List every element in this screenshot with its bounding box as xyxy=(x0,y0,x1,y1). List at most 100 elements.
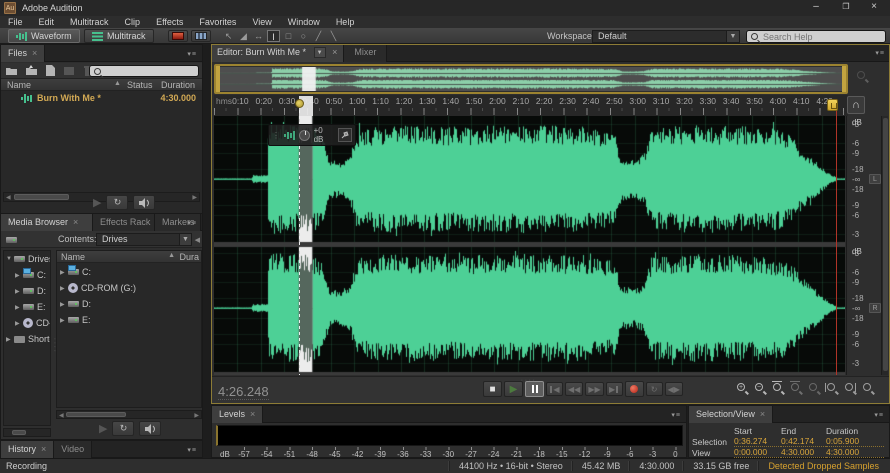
scroll-right-icon[interactable]: ▶ xyxy=(192,194,197,202)
marquee-selection-tool[interactable]: □ xyxy=(282,30,295,42)
expander-icon[interactable]: ▶ xyxy=(15,272,23,279)
pane-splitter[interactable]: ∙∙∙∙ xyxy=(51,250,55,426)
column-name[interactable]: Name xyxy=(7,80,31,90)
waveform-view-button[interactable]: Waveform xyxy=(8,29,80,43)
new-file-icon[interactable] xyxy=(45,65,56,76)
scroll-thumb[interactable] xyxy=(883,118,888,371)
play-icon[interactable]: ▶ xyxy=(99,422,107,435)
expander-icon[interactable]: ▶ xyxy=(60,301,68,308)
overview-waveform[interactable] xyxy=(218,67,844,91)
tab-selection-view[interactable]: Selection/View× xyxy=(689,406,773,423)
range-handle-left[interactable] xyxy=(216,66,220,92)
tab-effects-rack[interactable]: Effects Rack xyxy=(93,214,155,231)
tab-files[interactable]: Files× xyxy=(1,45,45,62)
loop-preview-button[interactable]: ↻ xyxy=(106,195,128,210)
menu-window[interactable]: Window xyxy=(280,16,328,28)
list-item-e[interactable]: ▶E: xyxy=(57,312,201,328)
auto-play-button[interactable] xyxy=(133,195,155,210)
column-status[interactable]: Status xyxy=(127,80,153,90)
panel-menu-icon[interactable]: ▾≡ xyxy=(671,411,681,419)
close-icon[interactable]: × xyxy=(73,217,78,227)
snap-toggle-button[interactable]: ∩ xyxy=(847,96,865,114)
file-row[interactable]: Burn With Me * 4:30.000 xyxy=(1,92,202,105)
skip-to-start-button[interactable]: ◀ xyxy=(546,382,563,396)
close-icon[interactable]: × xyxy=(250,409,255,419)
list-item-d[interactable]: ▶D: xyxy=(57,296,201,312)
level-meter[interactable] xyxy=(216,425,683,446)
waveform-display-button[interactable] xyxy=(191,30,211,42)
expander-icon[interactable]: ▶ xyxy=(15,320,23,327)
contents-select[interactable]: Drives ▼ xyxy=(96,233,192,246)
zoom-in-at-in-point-button[interactable] xyxy=(825,382,839,396)
scroll-left-icon[interactable]: ◀ xyxy=(59,412,64,420)
playback-cursor-handle[interactable] xyxy=(295,99,304,108)
selection-start-value[interactable]: 0:36.274 xyxy=(734,436,781,447)
tree-item-d[interactable]: ▶D: xyxy=(4,283,50,299)
volume-knob[interactable] xyxy=(299,130,310,141)
scroll-right-icon[interactable]: ▶ xyxy=(194,412,199,420)
play-button[interactable]: ▶ xyxy=(504,381,523,397)
open-file-icon[interactable] xyxy=(5,65,18,76)
skip-to-end-button[interactable]: ▶ xyxy=(606,382,623,396)
waveform-display[interactable] xyxy=(214,116,845,375)
list-item-cdromg[interactable]: ▶CD-ROM (G:) xyxy=(57,280,201,296)
time-selection-tool[interactable]: I xyxy=(267,30,280,42)
spot-healing-brush-tool[interactable]: ╲ xyxy=(327,30,340,42)
minimize-button[interactable]: – xyxy=(804,1,828,14)
zoom-out-full-button[interactable] xyxy=(771,382,785,396)
media-tree-h-scrollbar[interactable] xyxy=(3,428,51,437)
playhead-handle[interactable] xyxy=(827,99,838,111)
menu-help[interactable]: Help xyxy=(328,16,363,28)
close-icon[interactable]: × xyxy=(332,47,337,57)
drive-icon[interactable] xyxy=(6,237,17,243)
close-icon[interactable]: × xyxy=(760,409,765,419)
tree-item-cdromg[interactable]: ▶CD-ROM (G:) xyxy=(4,315,50,331)
column-duration[interactable]: Duration xyxy=(161,80,195,90)
loop-playback-button[interactable]: ↻ xyxy=(646,382,663,396)
scroll-thumb[interactable] xyxy=(66,412,126,417)
razor-tool[interactable]: ◢ xyxy=(237,30,250,42)
multitrack-view-button[interactable]: Multitrack xyxy=(84,29,154,43)
close-icon[interactable]: × xyxy=(41,444,46,454)
range-handle-right[interactable] xyxy=(842,66,846,92)
zoom-to-selection-button[interactable] xyxy=(861,382,875,396)
menu-file[interactable]: File xyxy=(0,16,31,28)
move-tool[interactable]: ↖ xyxy=(222,30,235,42)
expander-icon[interactable]: ▼ xyxy=(6,256,14,262)
menu-clip[interactable]: Clip xyxy=(117,16,149,28)
selection-end-value[interactable]: 0:42.174 xyxy=(781,436,826,447)
play-icon[interactable]: ▶ xyxy=(93,196,101,209)
menu-favorites[interactable]: Favorites xyxy=(191,16,244,28)
auto-play-button[interactable] xyxy=(139,421,161,436)
tree-item-e[interactable]: ▶E: xyxy=(4,299,50,315)
zoom-in-button[interactable]: + xyxy=(735,382,749,396)
expander-icon[interactable]: ▶ xyxy=(60,317,68,324)
tree-item-shortcuts[interactable]: ▶Shortcuts xyxy=(4,331,50,347)
collapse-icon[interactable]: ◀ xyxy=(195,236,200,244)
zoom-in-at-out-point-button[interactable] xyxy=(843,382,857,396)
zoom-navigator[interactable] xyxy=(214,64,848,94)
panel-menu-icon[interactable]: ▾≡ xyxy=(874,411,884,419)
zoom-reset-button[interactable] xyxy=(807,382,821,396)
pause-button[interactable] xyxy=(525,381,544,397)
list-item-c[interactable]: ▶C: xyxy=(57,264,201,280)
skip-selection-button[interactable]: ◀▶ xyxy=(665,382,683,396)
close-button[interactable]: × xyxy=(862,1,886,14)
expander-icon[interactable]: ▶ xyxy=(15,304,23,311)
channel-badge-l[interactable]: L xyxy=(869,174,881,184)
zoom-in-full-button[interactable] xyxy=(789,382,803,396)
scroll-left-icon[interactable]: ◀ xyxy=(6,194,11,202)
scroll-thumb[interactable] xyxy=(14,194,69,200)
tab-editor[interactable]: Editor: Burn With Me * ▼ × xyxy=(211,44,344,62)
files-search-input[interactable] xyxy=(106,66,187,76)
transport-time-display[interactable]: 4:26.248 xyxy=(218,384,269,400)
expander-icon[interactable]: ▶ xyxy=(15,288,23,295)
tab-media-browser[interactable]: Media Browser× xyxy=(1,214,93,231)
magnifier-icon[interactable] xyxy=(855,70,871,86)
media-list-h-scrollbar[interactable]: ◀ ▶ xyxy=(56,410,202,419)
record-button[interactable] xyxy=(625,381,644,397)
tab-history[interactable]: History× xyxy=(1,441,54,458)
maximize-button[interactable]: ❐ xyxy=(834,1,858,14)
files-column-header[interactable]: Name ▲ Status Duration xyxy=(1,79,202,91)
zoom-out-button[interactable]: − xyxy=(753,382,767,396)
